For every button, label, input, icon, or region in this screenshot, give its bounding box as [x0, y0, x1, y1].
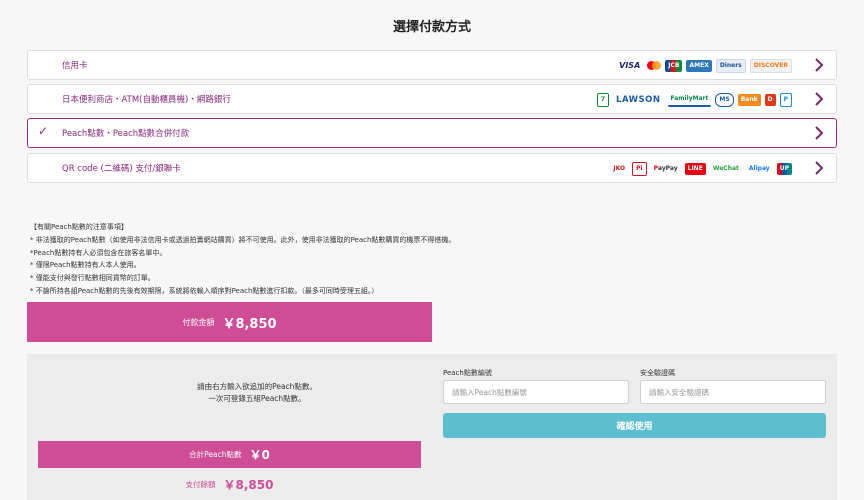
chevron-right-icon	[815, 92, 824, 106]
visa-logo: VISA	[619, 61, 641, 70]
alipay-logo: Alipay	[748, 165, 770, 172]
payment-option[interactable]: QR code (二維碼) 支付/銀聯卡 JKO Pi PayPay LINE WeCha…	[27, 153, 837, 183]
notes-heading: 【有關Peach點數的注意事項】	[30, 223, 128, 231]
payment-option[interactable]: 信用卡 VISA JCB AMEX Diners DISCOVER	[27, 50, 837, 80]
remaining-amount-label: 支付餘額	[185, 479, 216, 489]
points-number-input[interactable]	[443, 380, 629, 404]
payment-total-bar: 付款金額 ￥8,850	[27, 302, 432, 342]
paypay-logo: PayPay	[653, 165, 678, 172]
note-item: * 僅能支付與發行點數相同貨幣的訂單。	[30, 274, 155, 283]
payment-option[interactable]: 日本便利商店・ATM(自動櫃員機)・網路銀行 7 LAWSON FamilyMart M…	[27, 84, 837, 114]
security-code-input[interactable]	[640, 380, 826, 404]
peach-total-value: ￥0	[249, 448, 270, 462]
amex-logo: AMEX	[686, 60, 712, 72]
diners-logo: Diners	[715, 59, 746, 73]
payment-option-label: Peach點數・Peach點數合併付款	[62, 129, 190, 139]
bank-logo: Bank	[737, 94, 761, 106]
peach-total-label: 合計Peach點數	[189, 450, 242, 459]
instruction-line: 一次可登錄五組Peach點數。	[208, 394, 306, 403]
peach-instructions: 請由右方輸入欲追加的Peach點數。 一次可登錄五組Peach點數。	[127, 381, 387, 405]
chevron-right-icon	[815, 58, 824, 72]
payment-option-label: QR code (二維碼) 支付/銀聯卡	[62, 164, 181, 174]
discover-logo: DISCOVER	[749, 59, 792, 73]
familymart-logo: FamilyMart	[667, 93, 712, 107]
remaining-amount: 支付餘額 ￥8,850	[38, 474, 421, 494]
unionpay-logo: UP	[776, 163, 792, 175]
payment-option-label: 信用卡	[62, 61, 88, 71]
jcb-logo: JCB	[665, 60, 683, 72]
peach-points-panel: 請由右方輸入欲追加的Peach點數。 一次可登錄五組Peach點數。 Peach…	[27, 354, 837, 500]
pi-logo: Pi	[632, 162, 647, 176]
payment-logos: VISA JCB AMEX Diners DISCOVER	[616, 58, 792, 74]
security-code-label: 安全驗證碼	[640, 369, 675, 377]
payment-total-label: 付款金額	[182, 317, 215, 327]
payment-option-label: 日本便利商店・ATM(自動櫃員機)・網路銀行	[62, 95, 231, 105]
mastercard-logo	[647, 61, 662, 71]
instruction-line: 請由右方輸入欲追加的Peach點數。	[197, 382, 317, 391]
confirm-use-button[interactable]: 確認使用	[443, 413, 826, 438]
seven-eleven-logo: 7	[596, 93, 610, 107]
payment-logos: JKO Pi PayPay LINE WeChat Alipay UP	[610, 161, 792, 177]
peach-total-bar: 合計Peach點數 ￥0	[38, 441, 421, 468]
daily-logo: D	[764, 94, 776, 106]
points-number-label: Peach點數編號	[443, 369, 492, 377]
chevron-right-icon	[815, 126, 824, 140]
wechat-pay-logo: WeChat	[712, 165, 739, 172]
payment-logos: 7 LAWSON FamilyMart MS Bank D P	[596, 92, 792, 108]
remaining-amount-value: ￥8,850	[223, 477, 274, 492]
note-item: * 不論所持各組Peach點數的先後有效期限，系統將依輸入順序對Peach點數進…	[30, 286, 379, 295]
chevron-right-icon	[815, 161, 824, 175]
note-item: *Peach點數持有人必須包含在旅客名單中。	[30, 248, 167, 257]
checkmark-icon: ✓	[38, 124, 49, 138]
note-item: * 僅限Peach點數持有人本人使用。	[30, 261, 141, 270]
jkopay-logo: JKO	[613, 165, 626, 172]
payment-option[interactable]: ✓ Peach點數・Peach點數合併付款	[27, 118, 837, 148]
peach-points-notes: 【有關Peach點數的注意事項】 * 非法獲取的Peach點數（如使用非法信用卡…	[30, 221, 455, 298]
ministop-logo: MS	[715, 93, 734, 107]
page-title: 選擇付款方式	[392, 20, 471, 35]
payeasy-logo: P	[779, 93, 792, 107]
line-pay-logo: LINE	[684, 163, 706, 175]
lawson-logo: LAWSON	[616, 95, 661, 105]
payment-total-value: ￥8,850	[222, 316, 277, 332]
note-item: * 非法獲取的Peach點數（如使用非法信用卡或透過拍賣網站購買）將不可使用。此…	[30, 235, 456, 244]
